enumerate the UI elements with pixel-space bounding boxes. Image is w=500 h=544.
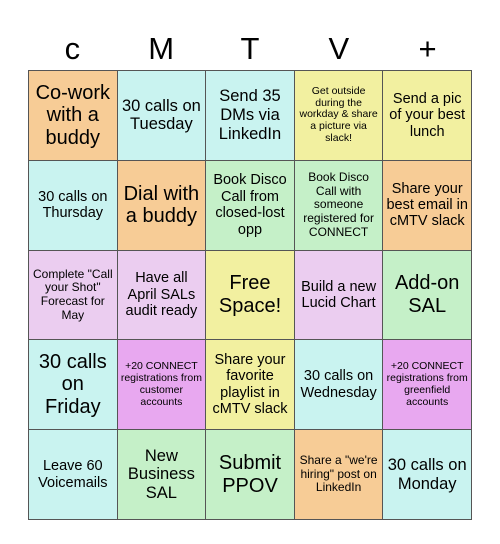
bingo-cell-label: Send a pic of your best lunch [389, 90, 466, 140]
bingo-cell-r2c3[interactable]: Book Disco Call from closed-lost opp [206, 160, 294, 250]
bingo-cell-label: 30 calls on Monday [387, 455, 467, 493]
bingo-cell-free-space[interactable]: Free Space! [206, 250, 294, 340]
bingo-cell-label: Share your favorite playlist in cMTV sla… [212, 352, 288, 418]
bingo-cell-label: Submit PPOV [218, 452, 282, 497]
bingo-cell-r2c4[interactable]: Book Disco Call with someone registered … [294, 160, 383, 250]
bingo-cell-r5c1[interactable]: Leave 60 Voicemails [29, 430, 117, 519]
bingo-header-letter-3: V [328, 30, 350, 66]
bingo-cell-label: Free Space! [218, 272, 282, 317]
bingo-cell-r5c4[interactable]: Share a "we're hiring" post on LinkedIn [294, 430, 383, 519]
bingo-card: c M T V + Co-work with a buddy 30 calls … [0, 0, 500, 544]
bingo-cell-r4c3[interactable]: Share your favorite playlist in cMTV sla… [206, 340, 294, 430]
bingo-header-letter-1: M [148, 30, 175, 66]
bingo-cell-r5c2[interactable]: New Business SAL [117, 430, 206, 519]
bingo-cell-label: 30 calls on Thursday [38, 188, 108, 222]
bingo-cell-r4c5[interactable]: +20 CONNECT registrations from greenfiel… [383, 340, 471, 430]
bingo-cell-label: Book Disco Call with someone registered … [303, 170, 374, 239]
bingo-cell-r3c2[interactable]: Have all April SALs audit ready [117, 250, 206, 340]
bingo-header-letter-2: T [240, 30, 260, 66]
bingo-cell-label: Leave 60 Voicemails [38, 458, 108, 491]
bingo-cell-label: New Business SAL [127, 446, 195, 502]
bingo-cell-r2c5[interactable]: Share your best email in cMTV slack [383, 160, 471, 250]
bingo-cell-label: Co-work with a buddy [35, 81, 111, 149]
bingo-cell-r1c5[interactable]: Send a pic of your best lunch [383, 71, 471, 160]
bingo-header-row: c M T V + [28, 26, 472, 70]
bingo-cell-label: Book Disco Call from closed-lost opp [213, 172, 287, 238]
bingo-cell-label: +20 CONNECT registrations from customer … [120, 360, 202, 408]
bingo-header-letter-0: c [64, 30, 81, 66]
bingo-cell-label: Build a new Lucid Chart [301, 278, 377, 311]
bingo-cell-r3c1[interactable]: Complete "Call your Shot" Forecast for M… [29, 250, 117, 340]
bingo-cell-label: Share your best email in cMTV slack [386, 180, 468, 230]
bingo-cell-r1c1[interactable]: Co-work with a buddy [29, 71, 117, 160]
bingo-cell-r4c4[interactable]: 30 calls on Wednesday [294, 340, 383, 430]
bingo-cell-label: Send 35 DMs via LinkedIn [218, 87, 282, 143]
bingo-cell-r5c3[interactable]: Submit PPOV [206, 430, 294, 519]
bingo-cell-label: Have all April SALs audit ready [125, 270, 198, 320]
bingo-cell-label: Complete "Call your Shot" Forecast for M… [32, 266, 113, 322]
bingo-cell-r3c5[interactable]: Add-on SAL [383, 250, 471, 340]
bingo-cell-r1c3[interactable]: Send 35 DMs via LinkedIn [206, 71, 294, 160]
bingo-cell-r3c4[interactable]: Build a new Lucid Chart [294, 250, 383, 340]
bingo-cell-label: +20 CONNECT registrations from greenfiel… [386, 360, 468, 408]
bingo-cell-r2c1[interactable]: 30 calls on Thursday [29, 160, 117, 250]
bingo-cell-label: Get outside during the workday & share a… [299, 84, 378, 145]
bingo-grid: Co-work with a buddy 30 calls on Tuesday… [28, 70, 472, 520]
bingo-cell-label: Add-on SAL [394, 272, 460, 317]
bingo-cell-label: Dial with a buddy [123, 182, 200, 228]
bingo-cell-r4c1[interactable]: 30 calls on Friday [29, 340, 117, 430]
bingo-cell-r5c5[interactable]: 30 calls on Monday [383, 430, 471, 519]
bingo-header-letter-4: + [418, 30, 437, 66]
bingo-cell-r1c4[interactable]: Get outside during the workday & share a… [294, 71, 383, 160]
bingo-cell-r2c2[interactable]: Dial with a buddy [117, 160, 206, 250]
bingo-cell-r1c2[interactable]: 30 calls on Tuesday [117, 71, 206, 160]
bingo-cell-label: 30 calls on Tuesday [121, 96, 201, 134]
bingo-cell-label: 30 calls on Friday [38, 350, 107, 419]
bingo-cell-label: 30 calls on Wednesday [300, 368, 377, 401]
bingo-cell-r4c2[interactable]: +20 CONNECT registrations from customer … [117, 340, 206, 430]
bingo-cell-label: Share a "we're hiring" post on LinkedIn [299, 453, 378, 495]
